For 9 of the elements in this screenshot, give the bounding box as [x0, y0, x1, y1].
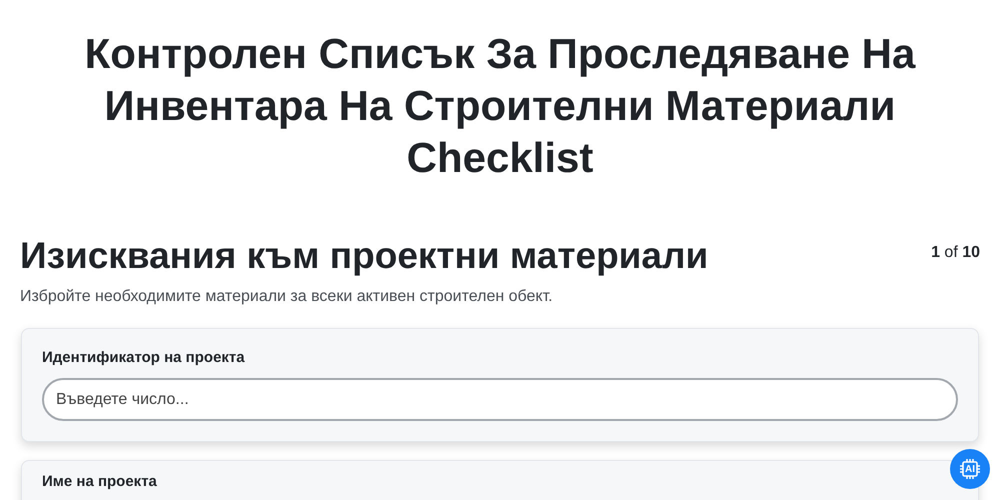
section-description: Избройте необходимите материали за всеки активен строителен обект.	[20, 288, 554, 306]
field-label: Идентификатор на проекта	[42, 349, 246, 366]
page-title: Контролен Списък За Проследяване На Инвентара На Строителни Материали Checklist	[84, 29, 917, 183]
field-label: Име на проекта	[42, 473, 158, 490]
section-heading: Изисквания към проектни материали	[20, 234, 708, 278]
input-field[interactable]: Въведете число...	[42, 378, 958, 421]
ai-assistant-button[interactable]: AI	[950, 449, 990, 489]
page-counter: 1 of 10	[931, 244, 980, 262]
chip-icon	[959, 458, 981, 480]
